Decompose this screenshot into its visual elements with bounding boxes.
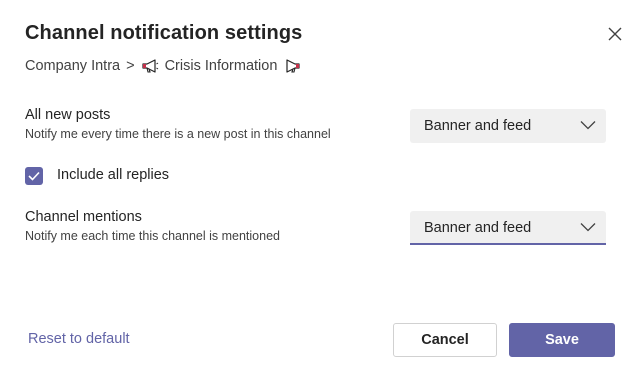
- close-button[interactable]: [606, 25, 624, 43]
- dialog-title: Channel notification settings: [25, 22, 303, 44]
- all-posts-title: All new posts: [25, 107, 111, 123]
- megaphone-icon: [141, 59, 158, 73]
- breadcrumb-channel: Crisis Information: [164, 58, 278, 74]
- include-replies-label[interactable]: Include all replies: [57, 167, 169, 183]
- chevron-down-icon: [580, 121, 596, 130]
- all-posts-selected-value: Banner and feed: [424, 118, 532, 134]
- mentions-description: Notify me each time this channel is ment…: [25, 229, 280, 243]
- megaphone-icon: [286, 59, 300, 73]
- mentions-selected-value: Banner and feed: [424, 220, 532, 236]
- breadcrumb-separator: >: [126, 58, 135, 74]
- chevron-down-icon: [580, 223, 596, 232]
- breadcrumb-team: Company Intra: [25, 58, 121, 74]
- reset-to-default-link[interactable]: Reset to default: [28, 331, 130, 347]
- mentions-title: Channel mentions: [25, 209, 142, 225]
- cancel-button[interactable]: Cancel: [393, 323, 497, 357]
- all-posts-dropdown[interactable]: Banner and feed: [410, 109, 606, 143]
- breadcrumb: Company Intra > Crisis Information: [25, 58, 301, 74]
- notification-settings-dialog: Channel notification settings Company In…: [0, 0, 644, 383]
- mentions-dropdown[interactable]: Banner and feed: [410, 211, 606, 245]
- close-icon: [608, 27, 622, 41]
- checkmark-icon: [28, 171, 40, 181]
- include-replies-checkbox[interactable]: [25, 167, 43, 185]
- save-button[interactable]: Save: [509, 323, 615, 357]
- all-posts-description: Notify me every time there is a new post…: [25, 127, 331, 141]
